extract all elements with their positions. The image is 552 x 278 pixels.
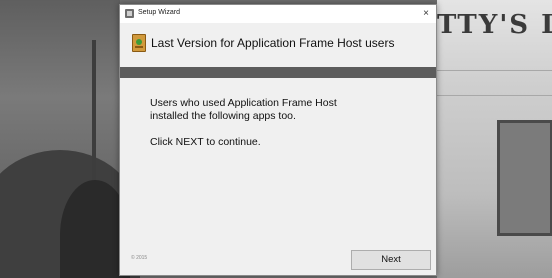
header-divider-bar [120, 67, 436, 78]
background-plank [437, 95, 552, 96]
background-left-scene [0, 0, 140, 278]
wizard-header: Last Version for Application Frame Host … [120, 23, 436, 67]
background-building: TTY'S LA [437, 0, 552, 278]
title-bar[interactable]: Setup Wizard × [120, 5, 436, 23]
installer-box-icon [132, 34, 146, 52]
message-line-1: Users who used Application Frame Host [150, 97, 337, 109]
setup-wizard-dialog: Setup Wizard × Last Version for Applicat… [119, 4, 437, 276]
message-line-2: installed the following apps too. [150, 110, 296, 122]
next-button[interactable]: Next [351, 250, 431, 270]
window-title: Setup Wizard [138, 9, 181, 16]
wizard-content: Users who used Application Frame Host in… [120, 78, 436, 250]
header-title: Last Version for Application Frame Host … [151, 36, 395, 50]
copyright-text: © 2015 [131, 255, 148, 261]
close-icon[interactable]: × [420, 7, 432, 20]
continue-instruction: Click NEXT to continue. [150, 136, 261, 148]
background-sign: TTY'S LA [437, 10, 552, 40]
background-plank [437, 70, 552, 71]
background-window [497, 120, 552, 236]
app-icon [125, 9, 134, 18]
